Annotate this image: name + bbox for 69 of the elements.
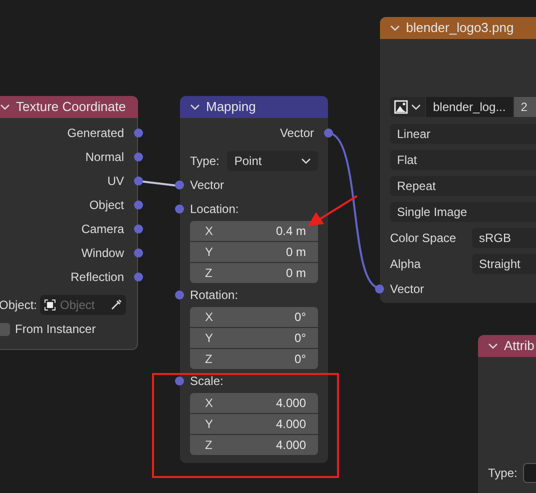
socket-label: Vector [280, 125, 314, 142]
node-header[interactable]: blender_logo3.png [380, 17, 536, 39]
node-title: Texture Coordinate [16, 98, 126, 116]
field-label: Type: [488, 465, 518, 482]
socket[interactable] [175, 204, 184, 214]
socket[interactable] [134, 128, 143, 138]
image-browse-button[interactable] [390, 97, 425, 117]
dropdown[interactable]: sRGB [472, 228, 536, 248]
socket[interactable] [175, 376, 184, 386]
socket[interactable] [375, 284, 384, 294]
socket[interactable] [134, 248, 143, 258]
number-field[interactable]: X 0.4 m [190, 221, 318, 241]
node-header[interactable]: Attrib [478, 335, 536, 357]
checkbox[interactable] [0, 322, 10, 336]
socket-label: Rotation: [190, 287, 238, 304]
chevron-icon[interactable] [301, 158, 311, 164]
socket-label: Vector [390, 281, 424, 298]
number-field[interactable]: Z 0° [190, 349, 318, 369]
socket[interactable] [324, 128, 333, 138]
number-field[interactable]: Z 4.000 [190, 435, 318, 455]
number-field[interactable]: X 0° [190, 307, 318, 327]
socket-label: Location: [190, 201, 239, 218]
dropdown[interactable]: Straight [472, 254, 536, 274]
dropdown[interactable]: Flat [390, 150, 536, 170]
socket[interactable] [134, 200, 143, 210]
number-field[interactable]: Y 0 m [190, 242, 318, 262]
socket[interactable] [134, 272, 143, 282]
socket-label: Normal [85, 149, 124, 166]
node-title: blender_logo3.png [406, 19, 514, 38]
dropdown[interactable]: Single Image [390, 202, 536, 222]
chevron-icon[interactable] [0, 104, 10, 110]
socket-label: Vector [190, 177, 224, 194]
socket[interactable] [134, 152, 143, 162]
socket[interactable] [134, 176, 143, 186]
socket-label: Camera [81, 221, 124, 238]
dropdown[interactable]: Linear [390, 124, 536, 144]
image-name-field[interactable]: blender_log... [426, 97, 513, 117]
image-icon [394, 100, 408, 114]
field-label: Type: [190, 153, 220, 170]
socket[interactable] [134, 224, 143, 234]
node-title: Mapping [206, 98, 256, 116]
node-header[interactable]: Texture Coordinate [0, 96, 138, 118]
socket-label: UV [107, 173, 124, 190]
node-header[interactable]: Mapping [180, 96, 328, 118]
socket-label: Generated [67, 125, 124, 142]
chevron-icon[interactable] [488, 343, 498, 349]
field-label: Color Space [390, 230, 458, 247]
socket[interactable] [175, 180, 184, 190]
user-count[interactable]: 2 [514, 97, 536, 117]
chevron-icon[interactable] [190, 104, 200, 110]
number-field[interactable]: Y 4.000 [190, 414, 318, 434]
socket-label: Object [89, 197, 124, 214]
socket-label: Scale: [190, 373, 224, 390]
field-placeholder: Object [60, 297, 96, 314]
number-field[interactable]: Y 0° [190, 328, 318, 348]
eyedropper-icon[interactable] [110, 299, 122, 311]
target-icon [44, 299, 56, 311]
number-field[interactable]: X 4.000 [190, 393, 318, 413]
type-dropdown[interactable]: Point [227, 151, 318, 171]
number-field[interactable]: Z 0 m [190, 263, 318, 283]
socket-label: Reflection [70, 269, 124, 286]
chevron-icon[interactable] [411, 104, 421, 110]
dropdown[interactable]: Repeat [390, 176, 536, 196]
field-label: Alpha [390, 256, 422, 273]
checkbox-label: From Instancer [15, 321, 96, 338]
socket[interactable] [175, 290, 184, 300]
node-title: Attrib [504, 337, 534, 356]
annotation-arrow [308, 195, 358, 226]
socket-label: Window [81, 245, 124, 262]
